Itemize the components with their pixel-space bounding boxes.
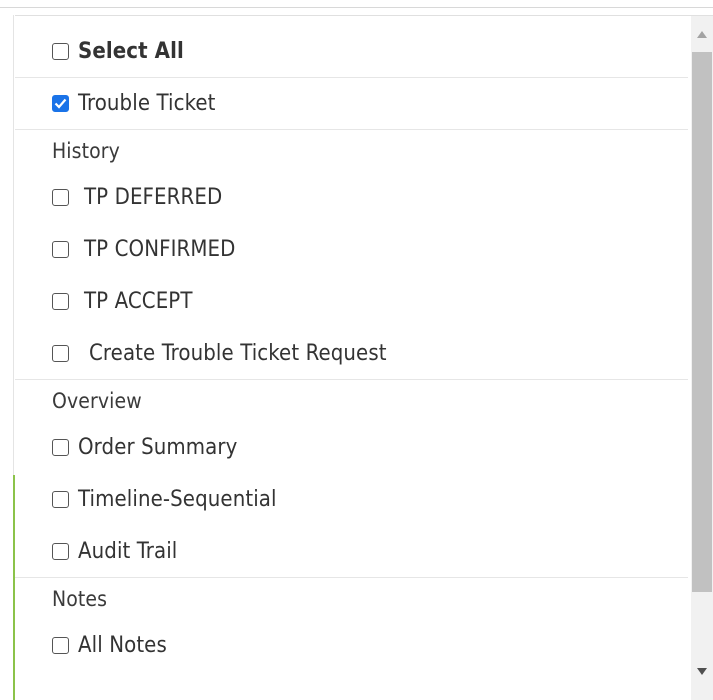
option-tp-accept[interactable]: TP ACCEPT <box>15 275 688 327</box>
section-overview-title: Overview <box>52 388 142 413</box>
option-tp-confirmed[interactable]: TP CONFIRMED <box>15 223 688 275</box>
section-history-header: History <box>15 129 688 171</box>
triangle-up-icon <box>697 30 707 38</box>
option-audit-trail[interactable]: Audit Trail <box>15 525 688 577</box>
select-all-option[interactable]: Select All <box>15 25 688 77</box>
option-tp-deferred[interactable]: TP DEFERRED <box>15 171 688 223</box>
page: Select All Trouble Ticket History TP DEF… <box>0 0 713 700</box>
page-left-edge <box>13 15 14 475</box>
timeline-sequential-label: Timeline-Sequential <box>78 486 277 512</box>
order-summary-checkbox[interactable] <box>52 438 69 456</box>
audit-trail-checkbox[interactable] <box>52 542 69 560</box>
tp-confirmed-checkbox[interactable] <box>52 240 69 258</box>
all-notes-label: All Notes <box>78 632 167 658</box>
tp-deferred-checkbox[interactable] <box>52 188 69 206</box>
option-timeline-sequential[interactable]: Timeline-Sequential <box>15 473 688 525</box>
vertical-scrollbar[interactable] <box>691 16 713 700</box>
checkmark-icon <box>54 98 67 109</box>
select-all-checkbox[interactable] <box>52 42 69 60</box>
tp-accept-label: TP ACCEPT <box>84 288 193 314</box>
option-order-summary[interactable]: Order Summary <box>15 421 688 473</box>
option-all-notes[interactable]: All Notes <box>15 619 688 671</box>
column-filter-dropdown: Select All Trouble Ticket History TP DEF… <box>15 15 713 700</box>
trouble-ticket-label: Trouble Ticket <box>78 91 216 116</box>
section-overview-header: Overview <box>15 379 688 421</box>
page-top-border <box>0 7 713 8</box>
tp-deferred-label: TP DEFERRED <box>84 184 223 210</box>
order-summary-label: Order Summary <box>78 434 238 460</box>
all-notes-checkbox[interactable] <box>52 636 69 654</box>
create-trouble-ticket-request-label: Create Trouble Ticket Request <box>89 340 387 366</box>
tp-confirmed-label: TP CONFIRMED <box>84 236 236 262</box>
section-history-title: History <box>52 138 120 163</box>
create-trouble-ticket-request-checkbox[interactable] <box>52 344 69 362</box>
scrollbar-thumb[interactable] <box>692 52 712 592</box>
filter-option-list: Select All Trouble Ticket History TP DEF… <box>15 25 688 671</box>
audit-trail-label: Audit Trail <box>78 538 178 564</box>
timeline-sequential-checkbox[interactable] <box>52 490 69 508</box>
section-notes-header: Notes <box>15 577 688 619</box>
option-trouble-ticket[interactable]: Trouble Ticket <box>15 77 688 129</box>
tp-accept-checkbox[interactable] <box>52 292 69 310</box>
scroll-up-button[interactable] <box>691 24 713 44</box>
scroll-down-button[interactable] <box>691 661 713 681</box>
section-notes-title: Notes <box>52 586 108 611</box>
trouble-ticket-checkbox[interactable] <box>52 95 69 112</box>
option-create-trouble-ticket-request[interactable]: Create Trouble Ticket Request <box>15 327 688 379</box>
triangle-down-icon <box>697 667 707 675</box>
select-all-label: Select All <box>78 38 184 64</box>
